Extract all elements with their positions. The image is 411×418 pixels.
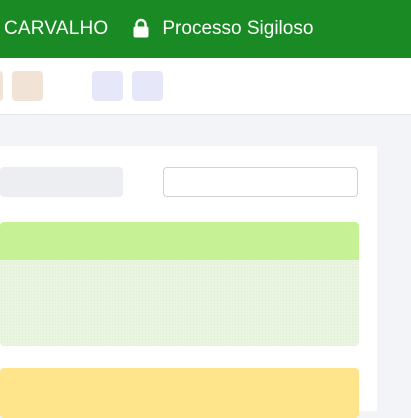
toolbar-button-4[interactable] bbox=[132, 71, 163, 101]
toolbar-button-2[interactable] bbox=[12, 71, 43, 101]
toolbar-button-1[interactable] bbox=[0, 71, 3, 101]
toolbar-button-3[interactable] bbox=[92, 71, 123, 101]
filter-placeholder[interactable] bbox=[0, 167, 123, 197]
party-name: CARVALHO bbox=[4, 18, 109, 39]
action-toolbar bbox=[0, 58, 411, 115]
info-card-body bbox=[0, 260, 359, 346]
secrecy-label: Processo Sigiloso bbox=[162, 18, 314, 39]
lock-icon bbox=[132, 18, 150, 38]
process-header-bar: CARVALHO Processo Sigiloso bbox=[0, 0, 411, 58]
content-panel bbox=[0, 146, 377, 418]
info-card-green bbox=[0, 222, 359, 346]
info-card-header[interactable] bbox=[0, 222, 359, 260]
search-input[interactable] bbox=[163, 167, 358, 197]
